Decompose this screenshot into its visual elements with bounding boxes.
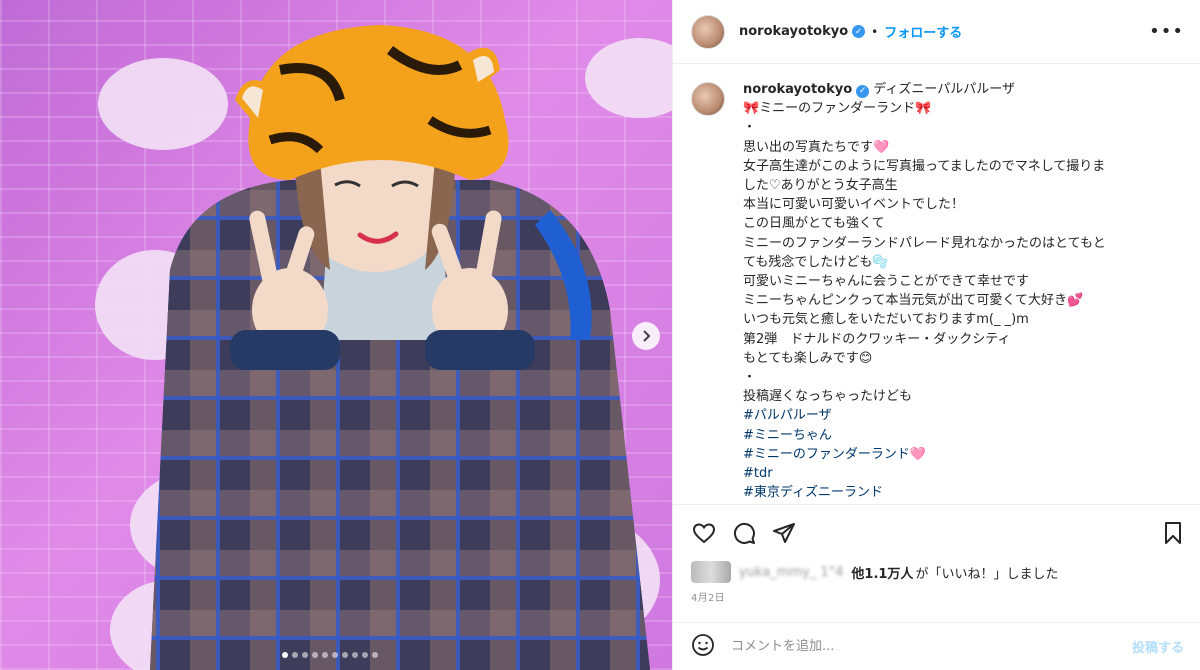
carousel-dot	[332, 652, 338, 658]
caption-line: 思い出の写真たちです🩷	[743, 139, 890, 155]
carousel-dot	[372, 652, 378, 658]
liker-avatars	[691, 561, 731, 583]
likes-count[interactable]: 他1.1万人	[851, 563, 913, 582]
avatar[interactable]	[691, 82, 725, 116]
caption-line: ・	[743, 120, 757, 136]
caption-section: norokayotokyo ✓ ディズニーパルパルーザ 🎀ミニーのファンダーランド…	[673, 64, 1200, 504]
caption-line: ・	[743, 370, 757, 386]
carousel-dot	[352, 652, 358, 658]
comment-input[interactable]	[731, 639, 1132, 654]
carousel-dot	[342, 652, 348, 658]
carousel-dot	[302, 652, 308, 658]
chevron-right-icon	[643, 330, 651, 342]
post-detail-panel: norokayotokyo ✓ • フォローする ••• norokayotok…	[672, 0, 1200, 670]
comment-icon[interactable]	[731, 520, 757, 546]
hashtag-link[interactable]: #東京ディズニーランド	[743, 483, 1106, 502]
person-illustration	[150, 25, 650, 670]
post-date[interactable]: 4月2日	[691, 589, 1186, 604]
likes-summary[interactable]: yuka_mmy_ 1°4 他1.1万人 が「いいね！」しました	[691, 561, 1186, 583]
carousel-dot	[282, 652, 288, 658]
carousel-indicator	[282, 652, 378, 658]
caption-line: この日風がとても強くて	[743, 216, 885, 232]
hashtag-link[interactable]: #ミニーちゃん	[743, 426, 1106, 445]
verified-badge-icon: ✓	[852, 25, 866, 38]
caption-line: ても残念でしたけども🫧	[743, 254, 889, 270]
caption-line: 本当に可愛い可愛いイベントでした！	[743, 197, 965, 213]
caption-line: 投稿遅くなっちゃったけども	[743, 389, 913, 405]
follow-button[interactable]: フォローする	[884, 22, 962, 41]
caption-line: 🎀ミニーのファンダーランド🎀	[743, 101, 932, 117]
likes-suffix: が「いいね！」しました	[915, 566, 1059, 582]
post-comment-button[interactable]: 投稿する	[1132, 637, 1184, 656]
comment-bar: 投稿する	[673, 622, 1200, 670]
carousel-dot	[322, 652, 328, 658]
hashtag-link[interactable]: #パルパルーザ	[743, 406, 1106, 425]
caption-line: もとても楽しみです😊	[743, 350, 873, 366]
hashtag-link[interactable]: #tdr	[743, 464, 1106, 483]
caption-line: 可愛いミニーちゃんに会うことができて幸せです	[743, 274, 1030, 290]
username-link[interactable]: norokayotokyo	[743, 82, 852, 97]
liker-names[interactable]: yuka_mmy_ 1°4	[739, 565, 843, 580]
caption-line: ディズニーパルパルーザ	[873, 82, 1015, 97]
caption-text: norokayotokyo ✓ ディズニーパルパルーザ 🎀ミニーのファンダーランド…	[743, 80, 1106, 502]
caption-line: した♡ありがとう女子高生	[743, 178, 898, 194]
caption-line: 第2弾 ドナルドのクワッキー・ダックシティ	[743, 331, 1011, 347]
more-options-icon[interactable]: •••	[1149, 21, 1184, 42]
action-bar: yuka_mmy_ 1°4 他1.1万人 が「いいね！」しました 4月2日	[673, 504, 1200, 604]
post-photo[interactable]	[0, 0, 672, 670]
hashtag-link[interactable]: #ミニーのファンダーランド🩷	[743, 445, 1106, 464]
post-header: norokayotokyo ✓ • フォローする •••	[673, 0, 1200, 64]
caption-line: 女子高生達がこのように写真撮ってましたのでマネして撮りま	[743, 158, 1106, 174]
avatar[interactable]	[691, 14, 725, 49]
username-link[interactable]: norokayotokyo	[739, 24, 848, 39]
caption-line: ミニーちゃんピンクって本当元気が出て可愛くて大好き💕	[743, 293, 1084, 309]
bookmark-icon[interactable]	[1160, 520, 1186, 546]
verified-badge-icon: ✓	[856, 85, 870, 99]
carousel-dot	[312, 652, 318, 658]
next-image-button[interactable]	[632, 322, 660, 350]
like-heart-icon[interactable]	[691, 520, 717, 546]
share-icon[interactable]	[771, 520, 797, 546]
caption-line: ミニーのファンダーランドパレード見れなかったのはとてもと	[743, 235, 1106, 251]
caption-line: いつも元気と癒しをいただいておりますm(_ _)m	[743, 312, 1029, 328]
carousel-dot	[292, 652, 298, 658]
emoji-icon[interactable]	[691, 633, 715, 661]
carousel-dot	[362, 652, 368, 658]
separator-dot: •	[871, 24, 879, 39]
